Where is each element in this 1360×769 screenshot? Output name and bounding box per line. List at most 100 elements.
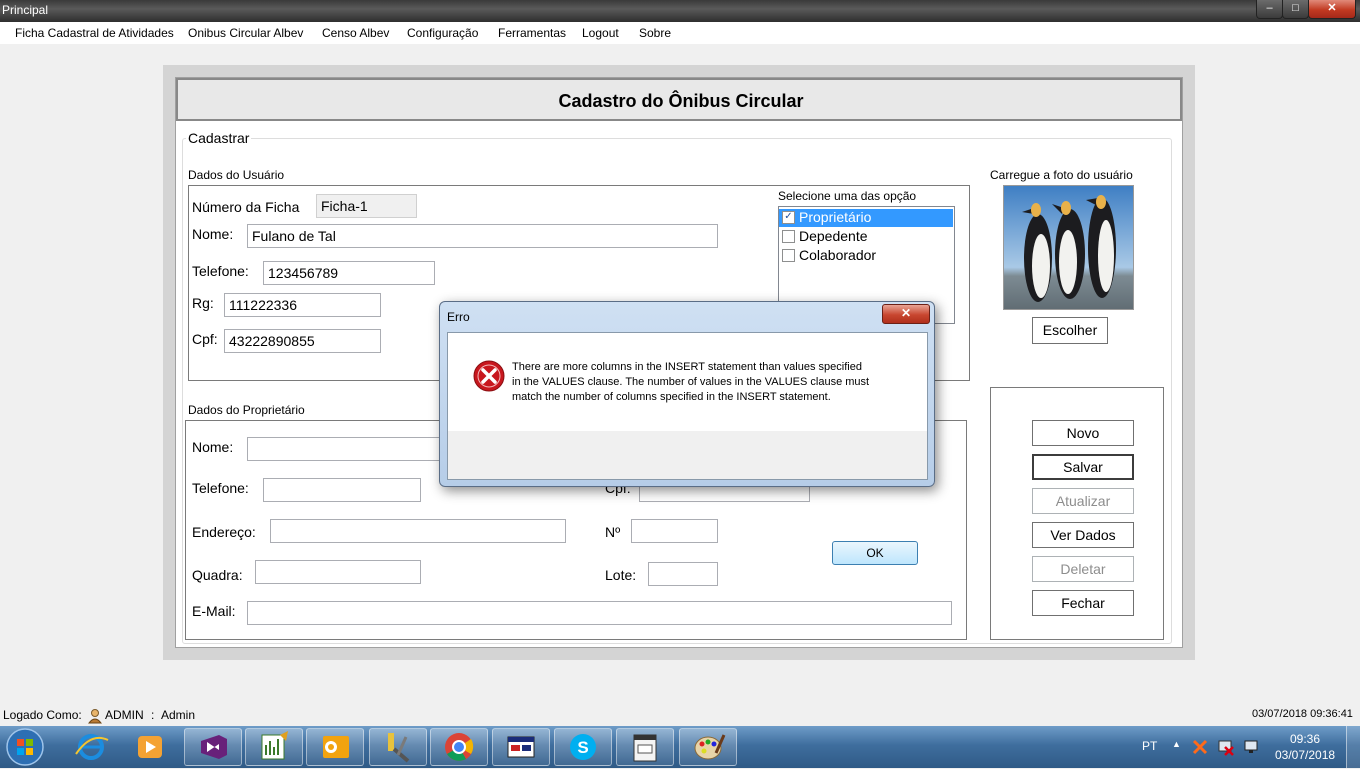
window-title: Principal bbox=[2, 3, 49, 17]
novo-button[interactable]: Novo bbox=[1032, 420, 1134, 446]
network-icon[interactable] bbox=[1217, 738, 1235, 756]
fechar-button[interactable]: Fechar bbox=[1032, 590, 1134, 616]
menu-censo[interactable]: Censo Albev bbox=[322, 26, 389, 40]
outlook-icon[interactable] bbox=[306, 728, 364, 766]
checkbox-checked-icon[interactable]: ✓ bbox=[782, 210, 795, 224]
form-header: Cadastro do Ônibus Circular bbox=[176, 78, 1182, 121]
menu-logout[interactable]: Logout bbox=[582, 26, 619, 40]
usuario-section-label: Dados do Usuário bbox=[188, 168, 285, 182]
show-desktop-button[interactable] bbox=[1346, 726, 1360, 768]
option-label: Depedente bbox=[799, 228, 868, 244]
app-window-icon[interactable] bbox=[492, 728, 550, 766]
prop-nome-input[interactable] bbox=[247, 437, 447, 461]
salvar-button[interactable]: Salvar bbox=[1032, 454, 1134, 480]
option-depedente[interactable]: Depedente bbox=[779, 228, 953, 246]
cpf-label: Cpf: bbox=[192, 331, 218, 347]
dialog-message-line: There are more columns in the INSERT sta… bbox=[512, 361, 862, 373]
paint-icon[interactable] bbox=[679, 728, 737, 766]
project-icon[interactable] bbox=[245, 728, 303, 766]
dialog-message-line: match the number of columns specified in… bbox=[512, 391, 831, 403]
prop-quadra-input[interactable] bbox=[255, 560, 421, 584]
prop-endereco-label: Endereço: bbox=[192, 524, 256, 540]
dialog-close-button[interactable]: ✕ bbox=[882, 304, 930, 324]
display-icon[interactable] bbox=[1242, 738, 1260, 756]
rg-label: Rg: bbox=[192, 295, 214, 311]
option-colaborador[interactable]: Colaborador bbox=[779, 247, 953, 265]
dialog-body: There are more columns in the INSERT sta… bbox=[447, 332, 928, 565]
proprietario-section-label: Dados do Proprietário bbox=[188, 403, 305, 417]
menu-configuracao[interactable]: Configuração bbox=[407, 26, 478, 40]
svg-text:S: S bbox=[577, 738, 588, 757]
start-button-icon[interactable] bbox=[4, 727, 46, 767]
checkbox-icon[interactable] bbox=[782, 248, 795, 262]
opcoes-label: Selecione uma das opção bbox=[778, 189, 917, 203]
user-separator: : bbox=[151, 708, 155, 722]
page-title: Cadastro do Ônibus Circular bbox=[558, 91, 804, 111]
prop-email-input[interactable] bbox=[247, 601, 952, 625]
logged-user: ADMIN bbox=[105, 708, 144, 722]
language-indicator[interactable]: PT bbox=[1142, 739, 1157, 753]
error-icon bbox=[473, 360, 505, 392]
ok-button[interactable]: OK bbox=[832, 541, 918, 565]
option-proprietario[interactable]: ✓ Proprietário bbox=[779, 209, 953, 227]
window-title-bar: Principal bbox=[0, 0, 1360, 22]
prop-numero-label: Nº bbox=[605, 524, 621, 540]
prop-numero-input[interactable] bbox=[631, 519, 718, 543]
clock-time[interactable]: 09:36 bbox=[1290, 732, 1320, 746]
prop-telefone-label: Telefone: bbox=[192, 480, 249, 496]
rg-input[interactable]: 111222336 bbox=[224, 293, 381, 317]
maximize-button[interactable]: □ bbox=[1282, 0, 1309, 19]
prop-endereco-input[interactable] bbox=[270, 519, 566, 543]
action-center-icon[interactable] bbox=[1191, 738, 1209, 756]
dialog-message: There are more columns in the INSERT sta… bbox=[512, 360, 869, 405]
logged-as-label: Logado Como: bbox=[3, 708, 82, 722]
nome-input[interactable]: Fulano de Tal bbox=[247, 224, 718, 248]
telefone-label: Telefone: bbox=[192, 263, 249, 279]
user-role: Admin bbox=[161, 708, 196, 722]
error-dialog: Erro ✕ There are more columns in the INS… bbox=[439, 301, 935, 565]
user-icon bbox=[87, 709, 103, 724]
media-player-icon[interactable] bbox=[121, 728, 179, 766]
taskbar: S PT ▲ 09:36 03/07/2018 bbox=[0, 726, 1360, 768]
deletar-button[interactable]: Deletar bbox=[1032, 556, 1134, 582]
menu-bar: Ficha Cadastral de Atividades Onibus Cir… bbox=[0, 22, 1360, 44]
prop-nome-label: Nome: bbox=[192, 439, 234, 455]
atualizar-button[interactable]: Atualizar bbox=[1032, 488, 1134, 514]
dialog-title: Erro bbox=[447, 310, 470, 324]
visual-studio-icon[interactable] bbox=[184, 728, 242, 766]
show-hidden-icons-icon[interactable]: ▲ bbox=[1172, 739, 1181, 749]
cpf-input[interactable]: 43222890855 bbox=[224, 329, 381, 353]
prop-quadra-label: Quadra: bbox=[192, 567, 243, 583]
status-datetime: 03/07/2018 09:36:41 bbox=[1252, 708, 1353, 720]
checkbox-icon[interactable] bbox=[782, 229, 795, 243]
clock-date[interactable]: 03/07/2018 bbox=[1275, 748, 1335, 762]
option-label: Proprietário bbox=[799, 209, 872, 225]
prop-telefone-input[interactable] bbox=[263, 478, 421, 502]
telefone-input[interactable]: 123456789 bbox=[263, 261, 435, 285]
tools-icon[interactable] bbox=[369, 728, 427, 766]
ver-dados-button[interactable]: Ver Dados bbox=[1032, 522, 1134, 548]
menu-ficha-cadastral[interactable]: Ficha Cadastral de Atividades bbox=[15, 26, 174, 40]
internet-explorer-icon[interactable] bbox=[62, 728, 120, 766]
dialog-message-line: in the VALUES clause. The number of valu… bbox=[512, 376, 870, 388]
close-window-button[interactable]: ✕ bbox=[1308, 0, 1356, 19]
minimize-button[interactable]: – bbox=[1256, 0, 1283, 19]
prop-email-label: E-Mail: bbox=[192, 603, 236, 619]
menu-sobre[interactable]: Sobre bbox=[639, 26, 671, 40]
penguins-photo-icon bbox=[1004, 186, 1133, 309]
numero-ficha-label: Número da Ficha bbox=[192, 199, 300, 215]
menu-onibus-circular[interactable]: Onibus Circular Albev bbox=[188, 26, 303, 40]
chrome-icon[interactable] bbox=[430, 728, 488, 766]
user-photo bbox=[1003, 185, 1134, 310]
dialog-footer: OK bbox=[448, 431, 927, 565]
app-form-icon[interactable] bbox=[616, 728, 674, 766]
prop-lote-input[interactable] bbox=[648, 562, 718, 586]
status-bar: Logado Como: ADMIN : Admin 03/07/2018 09… bbox=[0, 704, 1360, 726]
numero-ficha-field: Ficha-1 bbox=[316, 194, 417, 218]
option-label: Colaborador bbox=[799, 247, 877, 263]
escolher-foto-button[interactable]: Escolher bbox=[1032, 317, 1108, 344]
skype-icon[interactable]: S bbox=[554, 728, 612, 766]
prop-lote-label: Lote: bbox=[605, 567, 637, 583]
menu-ferramentas[interactable]: Ferramentas bbox=[498, 26, 566, 40]
nome-label: Nome: bbox=[192, 226, 234, 242]
